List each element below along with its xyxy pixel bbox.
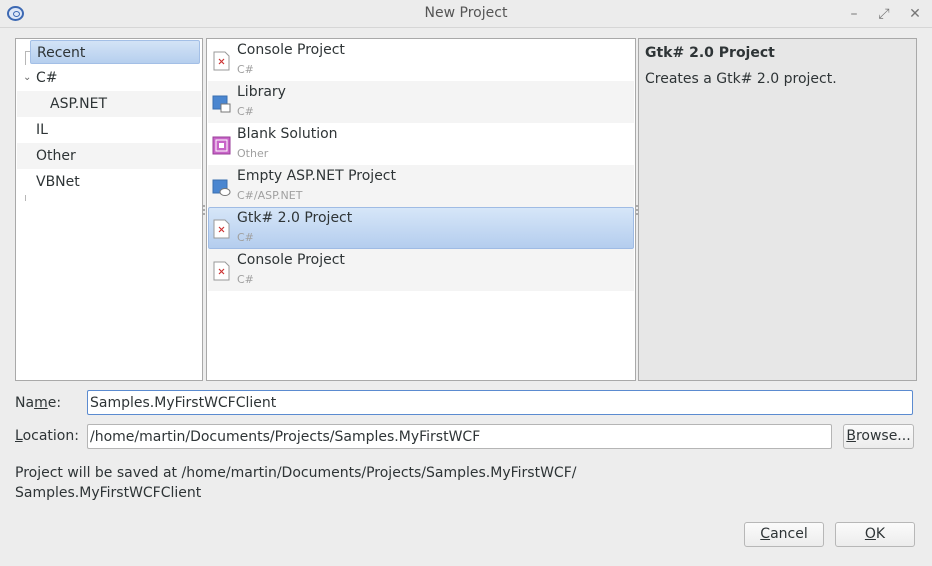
template-item-empty-aspnet-project[interactable]: Empty ASP.NET Project C#/ASP.NET xyxy=(208,165,634,207)
description-panel: Gtk# 2.0 Project Creates a Gtk# 2.0 proj… xyxy=(638,38,917,381)
category-label: IL xyxy=(36,122,48,138)
console-project-icon xyxy=(213,51,230,71)
location-label: Location: xyxy=(15,428,79,444)
category-label: Other xyxy=(36,148,76,164)
name-label: Name: xyxy=(15,395,62,411)
template-item-console-project-2[interactable]: Console Project C# xyxy=(208,249,634,291)
category-label: VBNet xyxy=(36,174,80,190)
template-language: C# xyxy=(237,231,254,244)
category-il[interactable]: IL xyxy=(17,117,201,143)
category-tree[interactable]: Recent ⌄ C# ASP.NET IL Other VBNet xyxy=(15,38,203,381)
chevron-down-icon[interactable]: ⌄ xyxy=(23,65,31,91)
category-csharp[interactable]: ⌄ C# xyxy=(17,65,201,91)
location-field[interactable] xyxy=(87,424,832,449)
category-label: ASP.NET xyxy=(50,96,108,112)
template-language: C# xyxy=(237,273,254,286)
category-aspnet[interactable]: ASP.NET xyxy=(17,91,201,117)
save-location-info: Project will be saved at /home/martin/Do… xyxy=(15,465,577,501)
template-name: Blank Solution xyxy=(237,126,338,142)
template-language: Other xyxy=(237,147,269,160)
console-project-icon xyxy=(213,261,230,281)
close-icon[interactable]: ✕ xyxy=(905,4,925,24)
template-language: C#/ASP.NET xyxy=(237,189,303,202)
blank-solution-icon xyxy=(212,136,231,155)
splitter-grip-left[interactable] xyxy=(203,205,205,215)
template-item-blank-solution[interactable]: Blank Solution Other xyxy=(208,123,634,165)
minimize-icon[interactable]: – xyxy=(844,4,864,24)
browse-button[interactable]: Browse... xyxy=(843,424,914,449)
ok-button[interactable]: OK xyxy=(835,522,915,547)
template-item-console-project[interactable]: Console Project C# xyxy=(208,39,634,81)
library-icon xyxy=(212,95,231,113)
template-item-gtk-project[interactable]: Gtk# 2.0 Project C# xyxy=(208,207,634,249)
category-label: Recent xyxy=(30,40,200,64)
gtk-project-icon xyxy=(213,219,230,239)
template-item-library[interactable]: Library C# xyxy=(208,81,634,123)
category-recent[interactable]: Recent xyxy=(17,39,201,65)
template-name: Empty ASP.NET Project xyxy=(237,168,396,184)
cancel-button[interactable]: Cancel xyxy=(744,522,824,547)
template-name: Console Project xyxy=(237,42,345,58)
template-name: Console Project xyxy=(237,252,345,268)
template-language: C# xyxy=(237,105,254,118)
category-label: C# xyxy=(36,70,58,86)
title-bar: New Project – ⤢ ✕ xyxy=(0,0,932,28)
description-text: Creates a Gtk# 2.0 project. xyxy=(645,71,837,87)
template-list[interactable]: Console Project C# Library C# Blank Solu… xyxy=(206,38,636,381)
template-name: Gtk# 2.0 Project xyxy=(237,210,353,226)
name-field[interactable] xyxy=(87,390,913,415)
template-name: Library xyxy=(237,84,286,100)
category-vbnet[interactable]: VBNet xyxy=(17,169,201,195)
description-title: Gtk# 2.0 Project xyxy=(645,45,775,61)
maximize-icon[interactable]: ⤢ xyxy=(874,4,894,24)
category-other[interactable]: Other xyxy=(17,143,201,169)
window-title: New Project xyxy=(424,5,508,21)
aspnet-project-icon xyxy=(212,179,231,196)
template-language: C# xyxy=(237,63,254,76)
